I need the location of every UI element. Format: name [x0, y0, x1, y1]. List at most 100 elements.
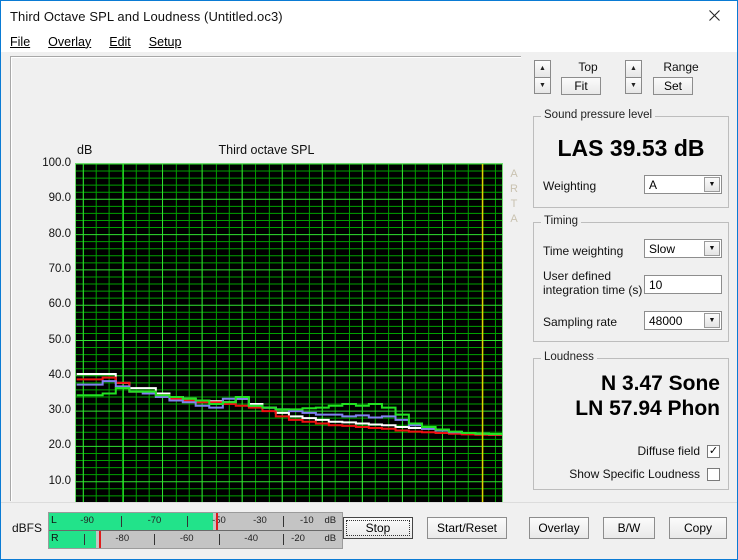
meter-scale-label: -90: [80, 515, 94, 526]
stop-button[interactable]: Stop: [343, 517, 413, 539]
arta-letter-a2: A: [510, 213, 518, 225]
diffuse-field-row[interactable]: Diffuse field ✓: [638, 444, 720, 458]
set-button[interactable]: Set: [653, 77, 693, 95]
y-axis-tick-label: 60.0: [48, 298, 71, 311]
meter-scale-label: dB: [324, 515, 337, 526]
y-axis-tick-label: 40.0: [48, 368, 71, 381]
focus-outline: [346, 520, 410, 536]
show-specific-loudness-label: Show Specific Loudness: [569, 467, 700, 481]
main-body: dB Third octave SPL 100.0 90.0 80.0 70.0 60.…: [1, 52, 737, 559]
window-title: Third Octave SPL and Loudness (Untitled.…: [10, 8, 283, 24]
meter-scale-label: -20: [291, 533, 305, 544]
menu-item-file-label: File: [10, 34, 31, 49]
copy-button[interactable]: Copy: [669, 517, 727, 539]
arta-letter-t: T: [510, 198, 518, 210]
chart-title: Third octave SPL: [218, 143, 315, 157]
chevron-down-icon[interactable]: ▼: [704, 241, 720, 256]
loudness-sone-value: N 3.47 Sone: [600, 372, 720, 395]
meter-tick: [283, 516, 285, 527]
y-axis-tick-label: 100.0: [42, 157, 71, 169]
meter-scale-label: -60: [179, 533, 194, 544]
meter-scale-label: -30: [253, 515, 267, 526]
bw-button[interactable]: B/W: [603, 517, 655, 539]
range-spinner-up-icon[interactable]: ▲: [625, 60, 642, 77]
meter-tick: [120, 516, 122, 527]
dbfs-label: dBFS: [12, 521, 43, 535]
integration-time-label: User defined integration time (s): [543, 269, 642, 297]
application-window: Third Octave SPL and Loudness (Untitled.…: [0, 0, 738, 560]
plot-svg: [76, 163, 503, 518]
time-weighting-value: Slow: [649, 241, 676, 256]
meter-tick: [186, 516, 188, 527]
level-meter: L -90 -70 -50 -30 -10 dB R -80 -60 -40 -20 dB: [48, 512, 343, 549]
menu-bar: File Overlay Edit Setup: [1, 31, 737, 52]
top-label: Top: [578, 60, 598, 74]
diffuse-field-label: Diffuse field: [637, 444, 700, 458]
meter-scale-label: -70: [147, 515, 162, 526]
loudness-group: Loudness N 3.47 Sone LN 57.94 Phon Diffu…: [533, 351, 729, 490]
close-icon[interactable]: [692, 1, 737, 30]
y-axis-tick-label: 90.0: [48, 192, 71, 205]
range-spinner[interactable]: ▲ ▼: [625, 60, 642, 94]
menu-item-setup-label: Setup: [148, 34, 182, 49]
arta-letter-r: R: [510, 183, 518, 195]
diffuse-field-checkbox[interactable]: ✓: [707, 444, 720, 458]
y-axis-tick-label: 50.0: [48, 333, 71, 346]
bottom-bar: dBFS L -90 -70 -50 -30 -10 dB R -80 -60 -40 -20 d…: [1, 502, 737, 559]
menu-item-overlay-label: Overlay: [48, 34, 92, 49]
y-axis-tick-label: 30.0: [48, 404, 71, 417]
meter-tick: [218, 534, 220, 545]
arta-letter-a1: A: [510, 168, 518, 180]
level-meter-left: L -90 -70 -50 -30 -10 dB: [49, 513, 342, 530]
spl-group: Sound pressure level LAS 39.53 dB Weight…: [533, 109, 729, 208]
start-reset-button[interactable]: Start/Reset: [427, 517, 507, 539]
time-weighting-select[interactable]: Slow ▼: [644, 239, 722, 258]
meter-scale-label: -50: [212, 515, 226, 526]
menu-item-edit[interactable]: Edit: [109, 35, 131, 49]
spl-value: LAS 39.53 dB: [557, 135, 705, 161]
meter-scale-label: dB: [324, 533, 337, 544]
meter-scale-label: -40: [244, 533, 259, 544]
weighting-select[interactable]: A ▼: [644, 175, 722, 194]
level-meter-left-peak: [216, 513, 218, 530]
action-buttons: Stop Start/Reset Overlay B/W Copy: [343, 517, 727, 539]
show-specific-loudness-checkbox[interactable]: [707, 467, 720, 481]
spl-group-caption: Sound pressure level: [541, 109, 656, 121]
range-spinner-down-icon[interactable]: ▼: [625, 76, 642, 94]
plot-area[interactable]: [76, 163, 503, 518]
meter-scale-label: -80: [115, 533, 130, 544]
sampling-rate-label: Sampling rate: [543, 315, 618, 329]
top-spinner-up-icon[interactable]: ▲: [534, 60, 551, 77]
range-label: Range: [663, 60, 699, 74]
fit-button[interactable]: Fit: [561, 77, 601, 95]
menu-item-setup[interactable]: Setup: [149, 35, 182, 49]
meter-tick: [84, 534, 86, 545]
check-icon: ✓: [708, 444, 719, 457]
top-spinner[interactable]: ▲ ▼: [534, 60, 551, 94]
sampling-rate-select[interactable]: 48000 ▼: [644, 311, 722, 330]
chevron-down-icon[interactable]: ▼: [704, 177, 720, 192]
title-bar: Third Octave SPL and Loudness (Untitled.…: [1, 1, 737, 31]
level-meter-right-peak: [98, 531, 101, 548]
overlay-button[interactable]: Overlay: [529, 517, 589, 539]
integration-time-label-line2: integration time (s): [543, 283, 643, 297]
level-meter-right-channel: R: [51, 532, 59, 544]
control-panel: ▲ ▼ Top Fit ▲ ▼ Range Set Sound pressure…: [529, 52, 734, 502]
weighting-value: A: [649, 177, 658, 192]
close-glyph: [709, 10, 720, 21]
chevron-down-icon[interactable]: ▼: [704, 313, 720, 328]
show-specific-loudness-row[interactable]: Show Specific Loudness: [569, 467, 720, 481]
meter-tick: [283, 534, 285, 545]
y-axis-tick-label: 70.0: [48, 262, 71, 275]
level-meter-left-channel: L: [51, 514, 57, 526]
graph-panel: dB Third octave SPL 100.0 90.0 80.0 70.0 60.…: [10, 56, 522, 559]
time-weighting-label: Time weighting: [543, 244, 624, 258]
menu-item-file[interactable]: File: [10, 35, 30, 49]
top-spinner-down-icon[interactable]: ▼: [534, 76, 551, 94]
graph-wrapper: dB Third octave SPL 100.0 90.0 80.0 70.0 60.…: [11, 57, 522, 559]
level-meter-right: R -80 -60 -40 -20 dB: [49, 531, 342, 548]
y-axis-tick-label: 20.0: [48, 439, 71, 452]
menu-item-overlay[interactable]: Overlay: [48, 35, 91, 49]
integration-time-input[interactable]: 10: [644, 275, 722, 294]
integration-time-value: 10: [649, 277, 663, 292]
